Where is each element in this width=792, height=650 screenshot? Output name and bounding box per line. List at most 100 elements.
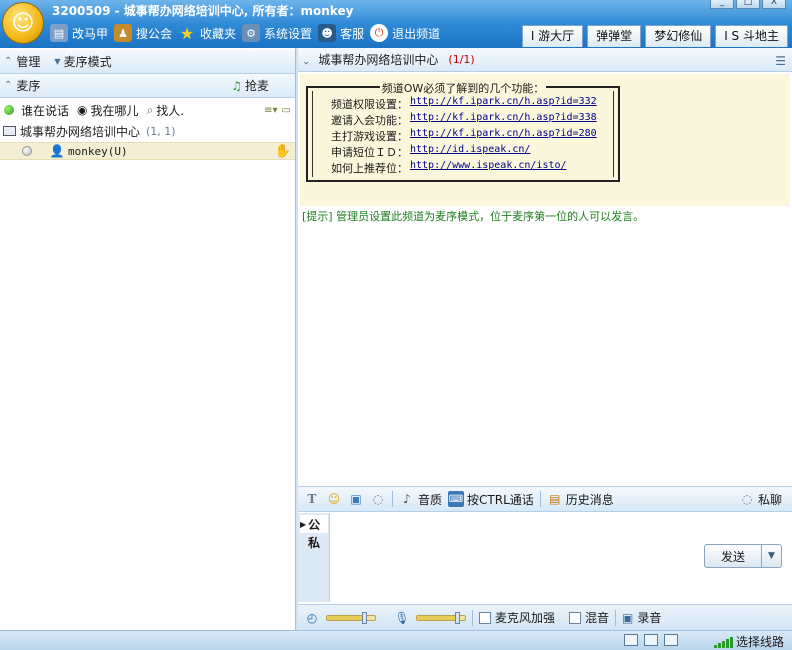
speaker-icon[interactable]: ◴ xyxy=(304,610,320,626)
select-route-label: 选择线路 xyxy=(735,635,784,649)
toolbar-exit-channel[interactable]: ⏻ 退出频道 xyxy=(370,24,440,42)
collapse-icon[interactable]: ⌃ xyxy=(4,80,12,91)
toolbar-favorites[interactable]: ★ 收藏夹 xyxy=(178,24,237,43)
user-avatar-icon: 👤 xyxy=(49,144,65,158)
tab-public-label: 公 xyxy=(308,517,321,532)
search-icon: ⌕ xyxy=(146,102,154,117)
tab-menghuan[interactable]: 梦幻修仙 xyxy=(645,25,712,47)
close-button[interactable]: X xyxy=(762,0,786,9)
queue-label: 麦序 xyxy=(16,79,41,93)
message-scope-tabs: ▶ 公 私 xyxy=(298,513,330,602)
service-icon: ☻ xyxy=(318,24,337,42)
toolbar-settings-label: 系统设置 xyxy=(264,26,313,41)
mic-boost-checkbox[interactable]: 麦克风加强 xyxy=(479,609,555,626)
where-am-i-button[interactable]: ◉ 我在哪儿 xyxy=(77,102,139,119)
chevron-down-icon[interactable]: ▼ xyxy=(761,545,781,567)
app-tabs: I 游大厅 弹弹堂 梦幻修仙 I S 斗地主 xyxy=(521,25,788,47)
manage-menu[interactable]: 管理 xyxy=(16,53,40,70)
layout-icon[interactable] xyxy=(664,634,678,646)
mic-volume-slider[interactable] xyxy=(416,611,466,624)
maximize-button[interactable]: □ xyxy=(736,0,760,9)
mic-mode-select[interactable]: 麦序模式 xyxy=(64,53,112,70)
guild-icon: ♟ xyxy=(114,24,133,42)
tab-private[interactable]: 私 xyxy=(300,533,328,551)
settings-icon: ⚙ xyxy=(242,24,261,42)
record-label: 录音 xyxy=(637,611,662,625)
screenshot-icon[interactable]: ▣ xyxy=(348,491,364,507)
id-card-icon: ▤ xyxy=(50,24,68,42)
ctrl-talk-button[interactable]: ⌨ 按CTRL通话 xyxy=(448,491,534,508)
history-button[interactable]: ▤ 历史消息 xyxy=(547,491,614,508)
left-panel: ⌃ 管理 ▼ 麦序模式 ⌃ 麦序 ♫ 抢麦 谁在说话 ◉ 我在哪儿 ⌕ 找人. … xyxy=(0,48,296,630)
font-icon[interactable]: T xyxy=(304,491,320,507)
tab-private-label: 私 xyxy=(308,535,321,550)
checkbox-box[interactable] xyxy=(569,611,582,624)
bubble-icon[interactable]: ◌ xyxy=(370,491,386,507)
compose-area: ▶ 公 私 发送 ▼ xyxy=(298,513,792,602)
tab-game-hall[interactable]: I 游大厅 xyxy=(521,25,584,47)
notice-line: 申请短位ＩＤ： http://id.ispeak.cn/ xyxy=(331,144,531,160)
layout-icon[interactable] xyxy=(644,634,658,646)
channel-header: ⌃ 城事帮办网络培训中心 (1/1) ☰ xyxy=(298,48,792,72)
checkbox-box[interactable] xyxy=(479,611,491,624)
user-tools-row: 谁在说话 ◉ 我在哪儿 ⌕ 找人. ≡▾ ▭ xyxy=(0,100,295,120)
notice-link[interactable]: http://kf.ipark.cn/h.asp?id=332 xyxy=(410,96,597,112)
input-toolbar: T ☺ ▣ ◌ ♪ 音质 ⌨ 按CTRL通话 ▤ 历史消息 ◌ 私聊 xyxy=(298,486,792,512)
sort-icon[interactable]: ≡▾ xyxy=(264,105,277,116)
notice-link[interactable]: http://id.ispeak.cn/ xyxy=(410,144,530,160)
layout-icon[interactable] xyxy=(624,634,638,646)
notice-line: 频道权限设置： http://kf.ipark.cn/h.asp?id=332 xyxy=(331,96,597,112)
toolbar-change-vest[interactable]: ▤ 改马甲 xyxy=(50,24,108,42)
private-chat-label: 私聊 xyxy=(757,492,782,507)
record-button[interactable]: ▣ 录音 xyxy=(622,609,661,626)
keyboard-icon: ⌨ xyxy=(448,491,465,507)
channel-name: 城事帮办网络培训中心 xyxy=(20,124,141,139)
notice-link[interactable]: http://www.ispeak.cn/isto/ xyxy=(410,160,567,176)
toolbar-change-vest-label: 改马甲 xyxy=(72,26,109,41)
message-input[interactable] xyxy=(332,513,692,602)
caret-down-icon: ▼ xyxy=(54,57,61,66)
audio-controls: ◴ 🎙 麦克风加强 混音 ▣ 录音 xyxy=(298,604,792,630)
private-chat-button[interactable]: ◌ 私聊 xyxy=(739,491,782,508)
system-hint: [提示] 管理员设置此频道为麦序模式，位于麦序第一位的人可以发言。 xyxy=(302,210,645,223)
grab-mic-button[interactable]: ♫ 抢麦 xyxy=(231,77,269,94)
emoji-icon[interactable]: ☺ xyxy=(326,491,342,507)
find-person-button[interactable]: ⌕ 找人. xyxy=(147,102,185,119)
mix-checkbox[interactable]: 混音 xyxy=(569,609,609,626)
signal-icon xyxy=(713,636,733,648)
channel-header-count: (1/1) xyxy=(448,53,475,66)
collapse-icon[interactable]: ⌃ xyxy=(4,56,12,67)
minimize-button[interactable]: _ xyxy=(710,0,734,9)
tab-doudizhu[interactable]: I S 斗地主 xyxy=(715,25,788,47)
send-button[interactable]: 发送 ▼ xyxy=(704,544,782,568)
toolbar-favorites-label: 收藏夹 xyxy=(200,26,237,41)
toolbar-divider xyxy=(392,491,393,507)
toolbar-settings[interactable]: ⚙ 系统设置 xyxy=(242,24,312,42)
who-speaking-button[interactable]: 谁在说话 xyxy=(0,102,69,119)
collapse-icon[interactable]: ⌃ xyxy=(302,54,310,65)
folder-icon[interactable]: ▭ xyxy=(282,105,291,116)
history-label: 历史消息 xyxy=(565,492,614,507)
channel-tree-item[interactable]: 城事帮办网络培训中心 (1, 1) xyxy=(0,122,295,140)
audio-quality-button[interactable]: ♪ 音质 xyxy=(399,491,442,508)
microphone-icon[interactable]: 🎙 xyxy=(394,610,410,626)
notice-link[interactable]: http://kf.ipark.cn/h.asp?id=338 xyxy=(410,112,597,128)
toolbar-divider xyxy=(472,609,473,626)
speaker-volume-slider[interactable] xyxy=(326,611,376,624)
notice-link[interactable]: http://kf.ipark.cn/h.asp?id=280 xyxy=(410,128,597,144)
menu-list-icon[interactable]: ☰ xyxy=(775,54,786,68)
select-route-button[interactable]: 选择线路 xyxy=(713,633,784,650)
toolbar-service[interactable]: ☻ 客服 xyxy=(318,24,364,42)
channel-user-count: (1, 1) xyxy=(146,124,176,138)
app-logo: ☺ xyxy=(2,2,44,44)
tab-public[interactable]: ▶ 公 xyxy=(300,515,328,533)
audio-quality-label: 音质 xyxy=(418,492,443,507)
speaker-volume-knob[interactable] xyxy=(362,611,368,624)
find-person-label: 找人. xyxy=(156,103,185,118)
tab-dandantang[interactable]: 弹弹堂 xyxy=(587,25,642,47)
speaking-dot-icon xyxy=(4,105,14,115)
channel-header-title: 城事帮办网络培训中心 xyxy=(318,53,439,67)
toolbar-search-guild[interactable]: ♟ 搜公会 xyxy=(114,24,172,42)
user-list-item[interactable]: 👤 monkey(U) ✋ xyxy=(0,142,295,160)
mic-volume-knob[interactable] xyxy=(454,611,460,624)
